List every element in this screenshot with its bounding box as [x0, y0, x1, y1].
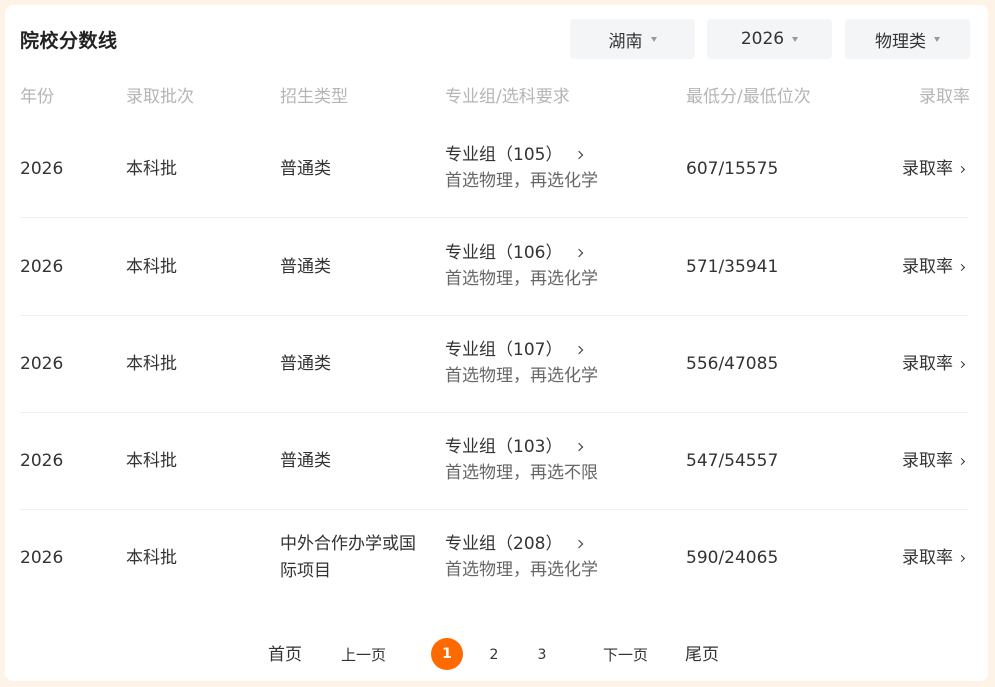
chevron-right-icon — [957, 554, 966, 562]
next-page-button[interactable]: 下一页 — [603, 638, 648, 672]
admission-rate-label: 录取率 — [902, 257, 953, 277]
cell-type: 普通类 — [280, 159, 331, 179]
group-name: 专业组（107） — [445, 340, 563, 360]
caret-down-icon — [650, 37, 657, 42]
admission-rate-link[interactable]: 录取率 — [902, 351, 966, 377]
admission-rate-link[interactable]: 录取率 — [902, 156, 966, 182]
column-header-type: 招生类型 — [280, 87, 348, 107]
chevron-right-icon — [575, 248, 584, 258]
cell-year: 2026 — [20, 354, 64, 374]
cell-group[interactable]: 专业组（105） 首选物理，再选化学 — [445, 142, 598, 194]
chevron-right-icon — [575, 345, 584, 355]
admission-rate-label: 录取率 — [902, 451, 953, 471]
cell-year: 2026 — [20, 548, 64, 568]
first-page-button[interactable]: 首页 — [268, 638, 302, 672]
group-name: 专业组（105） — [445, 145, 563, 165]
cell-type: 中外合作办学或国际项目 — [280, 534, 416, 581]
cell-batch: 本科批 — [126, 159, 177, 179]
cell-group[interactable]: 专业组（107） 首选物理，再选化学 — [445, 337, 598, 389]
column-header-score: 最低分/最低位次 — [686, 87, 811, 107]
table-row: 2026 本科批 普通类 专业组（103） 首选物理，再选不限 547/5455… — [20, 412, 968, 510]
year-select[interactable]: 2026 — [707, 19, 832, 59]
cell-score-rank: 547/54557 — [686, 451, 779, 471]
admission-rate-link[interactable]: 录取率 — [902, 448, 966, 474]
group-requirement: 首选物理，再选化学 — [445, 366, 598, 386]
column-header-year: 年份 — [20, 87, 54, 107]
cell-group[interactable]: 专业组（208） 首选物理，再选化学 — [445, 531, 598, 583]
chevron-right-icon — [957, 165, 966, 173]
admission-rate-link[interactable]: 录取率 — [902, 545, 966, 571]
cell-group[interactable]: 专业组（103） 首选物理，再选不限 — [445, 434, 598, 486]
caret-down-icon — [934, 37, 940, 42]
admission-rate-label: 录取率 — [902, 354, 953, 374]
cell-type: 普通类 — [280, 257, 331, 277]
column-header-batch: 录取批次 — [126, 87, 194, 107]
table-row: 2026 本科批 普通类 专业组（105） 首选物理，再选化学 607/1557… — [20, 120, 968, 218]
cell-batch: 本科批 — [126, 257, 177, 277]
group-requirement: 首选物理，再选化学 — [445, 269, 598, 289]
table-row: 2026 本科批 普通类 专业组（106） 首选物理，再选化学 571/3594… — [20, 218, 968, 316]
subject-type-select[interactable]: 物理类 — [845, 19, 970, 59]
province-select-value: 湖南 — [608, 31, 643, 52]
cell-batch: 本科批 — [126, 548, 177, 568]
cell-score-rank: 556/47085 — [686, 354, 779, 374]
table-row: 2026 本科批 中外合作办学或国际项目 专业组（208） 首选物理，再选化学 … — [20, 509, 968, 606]
group-name: 专业组（208） — [445, 534, 563, 554]
cell-score-rank: 571/35941 — [686, 257, 779, 277]
chevron-right-icon — [957, 360, 966, 368]
cell-type: 普通类 — [280, 354, 331, 374]
caret-down-icon — [792, 37, 799, 42]
cell-year: 2026 — [20, 257, 64, 277]
cell-score-rank: 590/24065 — [686, 548, 779, 568]
prev-page-button[interactable]: 上一页 — [341, 638, 386, 672]
cell-score-rank: 607/15575 — [686, 159, 779, 179]
admission-rate-label: 录取率 — [902, 159, 953, 179]
cell-type: 普通类 — [280, 451, 331, 471]
admission-rate-link[interactable]: 录取率 — [902, 254, 966, 280]
chevron-right-icon — [575, 539, 584, 549]
group-requirement: 首选物理，再选不限 — [445, 463, 598, 483]
score-card: 院校分数线 湖南 2026 物理类 年份 录取批次 招生类型 专业组/选科要求 … — [5, 5, 988, 681]
page-2-button[interactable]: 2 — [478, 638, 510, 672]
subject-type-select-value: 物理类 — [875, 31, 926, 52]
cell-group[interactable]: 专业组（106） 首选物理，再选化学 — [445, 240, 598, 292]
page-3-button[interactable]: 3 — [526, 638, 558, 672]
province-select[interactable]: 湖南 — [570, 19, 695, 59]
page-title: 院校分数线 — [20, 30, 118, 52]
pagination: 首页 上一页 1 2 3 下一页 尾页 — [5, 638, 988, 672]
year-select-value: 2026 — [740, 29, 785, 49]
group-requirement: 首选物理，再选化学 — [445, 171, 598, 191]
chevron-right-icon — [575, 150, 584, 160]
last-page-button[interactable]: 尾页 — [685, 638, 719, 672]
group-name: 专业组（103） — [445, 437, 563, 457]
column-header-group: 专业组/选科要求 — [445, 87, 570, 107]
cell-batch: 本科批 — [126, 451, 177, 471]
page-1-button[interactable]: 1 — [431, 638, 463, 670]
cell-batch: 本科批 — [126, 354, 177, 374]
chevron-right-icon — [957, 263, 966, 271]
group-name: 专业组（106） — [445, 243, 563, 263]
table-row: 2026 本科批 普通类 专业组（107） 首选物理，再选化学 556/4708… — [20, 315, 968, 413]
chevron-right-icon — [575, 442, 584, 452]
cell-year: 2026 — [20, 451, 64, 471]
admission-rate-label: 录取率 — [902, 548, 953, 568]
cell-year: 2026 — [20, 159, 64, 179]
chevron-right-icon — [957, 457, 966, 465]
group-requirement: 首选物理，再选化学 — [445, 560, 598, 580]
column-header-rate: 录取率 — [919, 87, 970, 107]
